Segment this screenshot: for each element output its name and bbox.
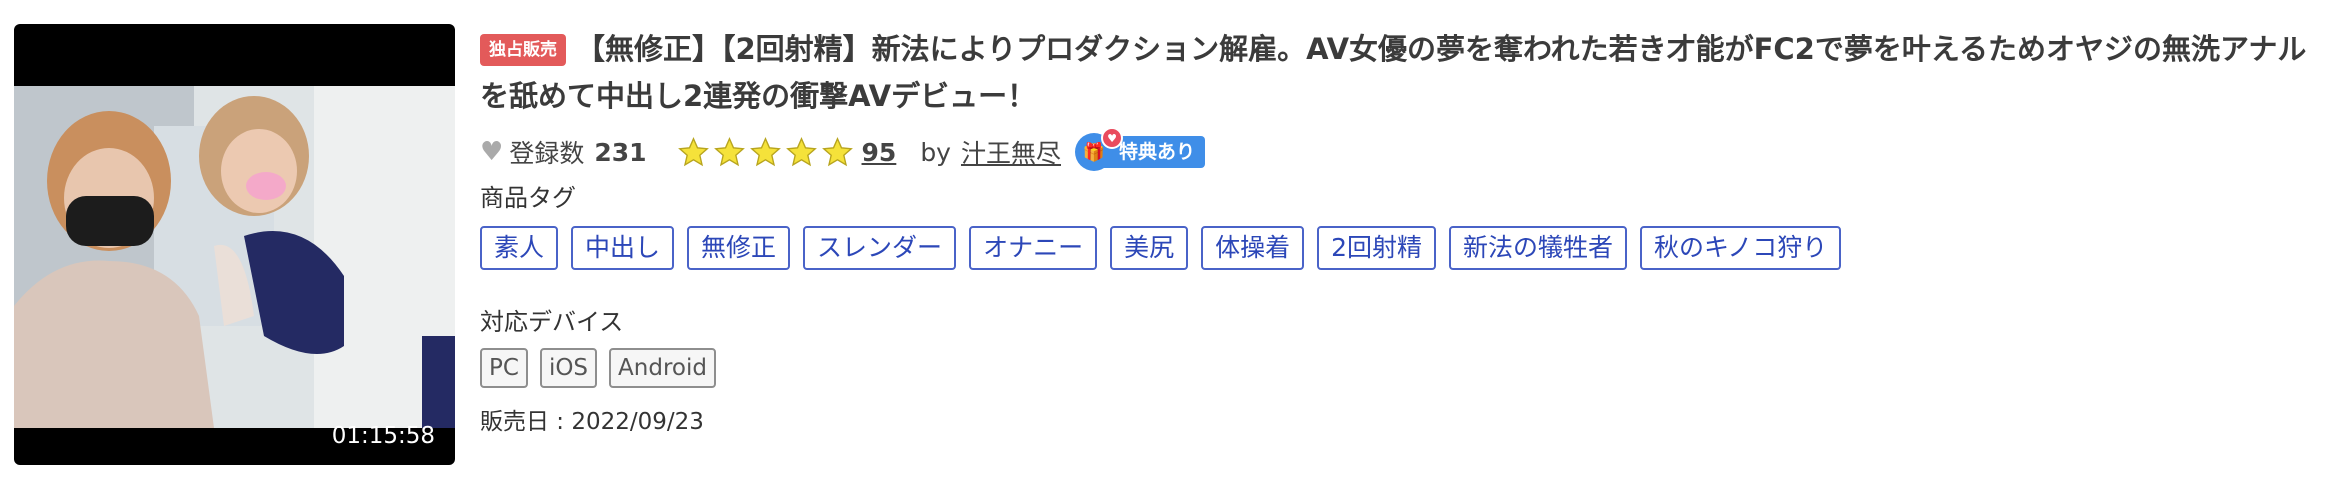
perk-badge[interactable]: 🎁 ♥ 特典あり [1075,127,1206,171]
product-info: 独占販売 【無修正】【2回射精】新法によりプロダクション解雇。AV女優の夢を奪われ… [480,26,2330,435]
tag-link[interactable]: スレンダー [803,226,957,270]
star-icon [677,136,709,166]
rating-count[interactable]: 95 [862,138,897,167]
product-meta: ♥ 登録数 231 95 by 汁王無尽 🎁 ♥ 特典あり [480,127,1206,174]
product-title-row: 独占販売 【無修正】【2回射精】新法によりプロダクション解雇。AV女優の夢を奪われ… [480,26,2330,120]
exclusive-badge: 独占販売 [480,34,566,66]
tag-link[interactable]: 美尻 [1110,226,1189,270]
star-icon [713,136,745,166]
heart-icon[interactable]: ♥ [480,137,503,167]
by-label: by [920,137,951,167]
tag-link[interactable]: 中出し [571,226,675,270]
device-list: PC iOS Android [480,348,716,388]
tag-link[interactable]: 体操着 [1201,226,1305,270]
tags-section-label: 商品タグ [480,184,576,212]
product-thumbnail[interactable]: 01:15:58 [14,24,455,465]
seller-link[interactable]: 汁王無尽 [961,134,1061,170]
favorites-label: 登録数 [509,139,585,168]
device-badge: Android [609,348,716,388]
star-icon [749,136,781,166]
rating-stars [677,136,854,169]
tag-link[interactable]: 2回射精 [1317,226,1437,270]
heart-badge-icon: ♥ [1101,127,1123,149]
thumbnail-image [14,86,455,428]
device-badge: PC [480,348,528,388]
tag-link[interactable]: 無修正 [687,226,791,270]
release-date: 販売日 : 2022/09/23 [480,409,704,435]
star-icon [785,136,817,166]
star-icon [821,136,853,166]
device-badge: iOS [539,348,598,388]
favorites-count: 231 [594,137,647,167]
product-title[interactable]: 【無修正】【2回射精】新法によりプロダクション解雇。AV女優の夢を奪われた若き才… [480,32,2306,113]
tag-link[interactable]: 新法の犠牲者 [1449,226,1628,270]
tag-link[interactable]: 秋のキノコ狩り [1640,226,1842,270]
devices-section-label: 対応デバイス [480,308,624,336]
video-duration: 01:15:58 [331,423,435,449]
tag-link[interactable]: 素人 [480,226,559,270]
tag-list: 素人 中出し 無修正 スレンダー オナニー 美尻 体操着 2回射精 新法の犠牲者 秋のキノコ狩り [480,226,1842,270]
tag-link[interactable]: オナニー [969,226,1098,270]
